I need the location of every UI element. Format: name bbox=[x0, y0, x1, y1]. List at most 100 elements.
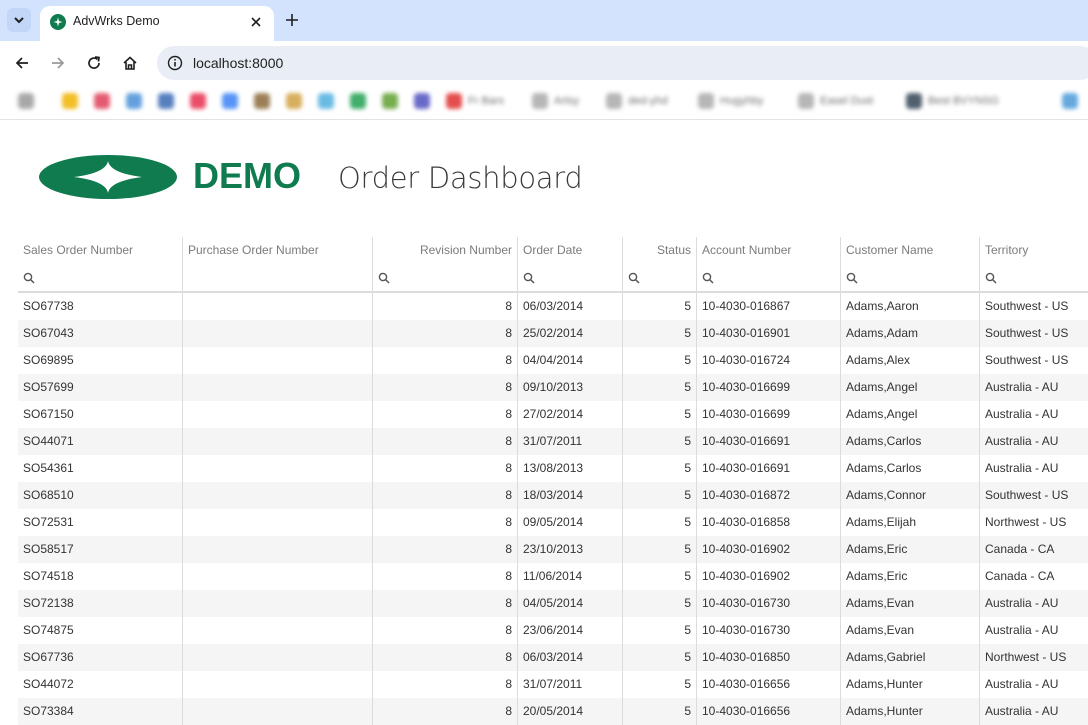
cell-territory: Australia - AU bbox=[979, 374, 1088, 401]
table-row[interactable]: SO74875 8 23/06/2014 5 10-4030-016730 Adams,E… bbox=[18, 617, 1088, 644]
table-row[interactable]: SO44072 8 31/07/2011 5 10-4030-016656 Adams,H… bbox=[18, 671, 1088, 698]
column-header-purchase-order-number[interactable]: Purchase Order Number bbox=[182, 237, 372, 264]
cell-revision-number: 8 bbox=[372, 536, 517, 563]
table-row[interactable]: SO69895 8 04/04/2014 5 10-4030-016724 Adams,A… bbox=[18, 347, 1088, 374]
bookmark-item[interactable]: Hugyhby bbox=[698, 93, 763, 109]
table-row[interactable]: SO44071 8 31/07/2011 5 10-4030-016691 Adams,C… bbox=[18, 428, 1088, 455]
filter-territory[interactable] bbox=[979, 264, 1088, 291]
bookmark-item[interactable] bbox=[318, 93, 334, 109]
column-header-territory[interactable]: Territory bbox=[979, 237, 1088, 264]
bookmark-item[interactable] bbox=[190, 93, 206, 109]
filter-status[interactable] bbox=[622, 264, 696, 291]
tab-search-button[interactable] bbox=[7, 8, 31, 32]
bookmark-item[interactable]: Best BVYNSG bbox=[906, 93, 999, 109]
cell-status: 5 bbox=[622, 644, 696, 671]
cell-revision-number: 8 bbox=[372, 347, 517, 374]
reload-icon bbox=[88, 56, 100, 69]
forward-button[interactable] bbox=[46, 51, 70, 75]
cell-order-date: 23/10/2013 bbox=[517, 536, 622, 563]
cell-order-date: 06/03/2014 bbox=[517, 644, 622, 671]
browser-tab[interactable]: AdvWrks Demo bbox=[40, 6, 274, 41]
filter-revision-number[interactable] bbox=[372, 264, 517, 291]
column-header-customer-name[interactable]: Customer Name bbox=[840, 237, 979, 264]
address-bar[interactable]: localhost:8000 bbox=[157, 46, 1088, 80]
table-row[interactable]: SO67736 8 06/03/2014 5 10-4030-016850 Adams,G… bbox=[18, 644, 1088, 671]
column-header-order-date[interactable]: Order Date bbox=[517, 237, 622, 264]
bookmark-item[interactable]: Easel Dust bbox=[798, 93, 873, 109]
cell-sales-order-number: SO67043 bbox=[23, 326, 74, 340]
grid-filter-row bbox=[18, 264, 1088, 293]
cell-sales-order-number: SO74518 bbox=[23, 569, 74, 583]
bookmark-item[interactable]: Artsy bbox=[532, 93, 579, 109]
bookmark-item[interactable]: Fr Bars bbox=[446, 93, 504, 109]
column-header-status[interactable]: Status bbox=[622, 237, 696, 264]
bookmark-item[interactable] bbox=[62, 93, 78, 109]
bookmark-item[interactable] bbox=[18, 93, 34, 109]
column-header-account-number[interactable]: Account Number bbox=[696, 237, 840, 264]
cell-territory: Australia - AU bbox=[979, 617, 1088, 644]
filter-sales-order-number[interactable] bbox=[18, 264, 182, 291]
cell-territory: Australia - AU bbox=[979, 671, 1088, 698]
cell-territory: Southwest - US bbox=[979, 293, 1088, 320]
back-button[interactable] bbox=[10, 51, 34, 75]
filter-account-number[interactable] bbox=[696, 264, 840, 291]
cell-account-number: 10-4030-016699 bbox=[696, 374, 840, 401]
home-button[interactable] bbox=[118, 51, 142, 75]
cell-sales-order-number: SO54361 bbox=[23, 461, 74, 475]
cell-sales-order-number: SO68510 bbox=[23, 488, 74, 502]
cell-territory: Southwest - US bbox=[979, 320, 1088, 347]
cell-revision-number: 8 bbox=[372, 320, 517, 347]
bookmark-item[interactable] bbox=[222, 93, 238, 109]
table-row[interactable]: SO72138 8 04/05/2014 5 10-4030-016730 Adams,E… bbox=[18, 590, 1088, 617]
close-icon bbox=[251, 17, 261, 27]
cell-account-number: 10-4030-016691 bbox=[696, 428, 840, 455]
url-text: localhost:8000 bbox=[193, 55, 284, 71]
table-row[interactable]: SO57699 8 09/10/2013 5 10-4030-016699 Adams,A… bbox=[18, 374, 1088, 401]
bookmark-item[interactable] bbox=[254, 93, 270, 109]
table-row[interactable]: SO74518 8 11/06/2014 5 10-4030-016902 Adams,E… bbox=[18, 563, 1088, 590]
cell-purchase-order-number bbox=[182, 644, 372, 671]
search-icon bbox=[23, 272, 35, 284]
cell-customer-name: Adams,Hunter bbox=[840, 671, 979, 698]
table-row[interactable]: SO67043 8 25/02/2014 5 10-4030-016901 Adams,A… bbox=[18, 320, 1088, 347]
page-title: Order Dashboard bbox=[338, 161, 583, 195]
new-tab-button[interactable] bbox=[281, 9, 303, 31]
bookmark-item[interactable] bbox=[94, 93, 110, 109]
bookmark-item[interactable] bbox=[382, 93, 398, 109]
table-row[interactable]: SO67738 8 06/03/2014 5 10-4030-016867 Adams,A… bbox=[18, 293, 1088, 320]
reload-button[interactable] bbox=[82, 51, 106, 75]
cell-customer-name: Adams,Elijah bbox=[840, 509, 979, 536]
cell-customer-name: Adams,Hunter bbox=[840, 698, 979, 725]
cell-account-number: 10-4030-016724 bbox=[696, 347, 840, 374]
bookmark-item[interactable] bbox=[286, 93, 302, 109]
cell-status: 5 bbox=[622, 347, 696, 374]
table-row[interactable]: SO58517 8 23/10/2013 5 10-4030-016902 Adams,E… bbox=[18, 536, 1088, 563]
cell-status: 5 bbox=[622, 320, 696, 347]
cell-purchase-order-number bbox=[182, 401, 372, 428]
column-header-revision-number[interactable]: Revision Number bbox=[372, 237, 517, 264]
bookmark-item[interactable] bbox=[158, 93, 174, 109]
tab-close-button[interactable] bbox=[246, 12, 266, 32]
site-info-icon[interactable] bbox=[165, 53, 185, 73]
bookmark-item[interactable] bbox=[126, 93, 142, 109]
filter-order-date[interactable] bbox=[517, 264, 622, 291]
table-row[interactable]: SO67150 8 27/02/2014 5 10-4030-016699 Adams,A… bbox=[18, 401, 1088, 428]
table-row[interactable]: SO54361 8 13/08/2013 5 10-4030-016691 Adams,C… bbox=[18, 455, 1088, 482]
table-row[interactable]: SO68510 8 18/03/2014 5 10-4030-016872 Adams,C… bbox=[18, 482, 1088, 509]
filter-customer-name[interactable] bbox=[840, 264, 979, 291]
cell-customer-name: Adams,Eric bbox=[840, 536, 979, 563]
bookmark-item[interactable] bbox=[350, 93, 366, 109]
table-row[interactable]: SO73384 8 20/05/2014 5 10-4030-016656 Adams,H… bbox=[18, 698, 1088, 725]
bookmark-item[interactable]: ded-yhd bbox=[606, 93, 668, 109]
cell-purchase-order-number bbox=[182, 536, 372, 563]
cell-order-date: 09/10/2013 bbox=[517, 374, 622, 401]
cell-sales-order-number: SO72138 bbox=[23, 596, 74, 610]
cell-revision-number: 8 bbox=[372, 644, 517, 671]
cell-order-date: 06/03/2014 bbox=[517, 293, 622, 320]
table-row[interactable]: SO72531 8 09/05/2014 5 10-4030-016858 Adams,E… bbox=[18, 509, 1088, 536]
bookmark-item[interactable] bbox=[414, 93, 430, 109]
search-icon bbox=[985, 272, 997, 284]
cell-revision-number: 8 bbox=[372, 563, 517, 590]
column-header-sales-order-number[interactable]: Sales Order Number bbox=[18, 237, 182, 264]
bookmark-item[interactable] bbox=[1062, 93, 1078, 109]
